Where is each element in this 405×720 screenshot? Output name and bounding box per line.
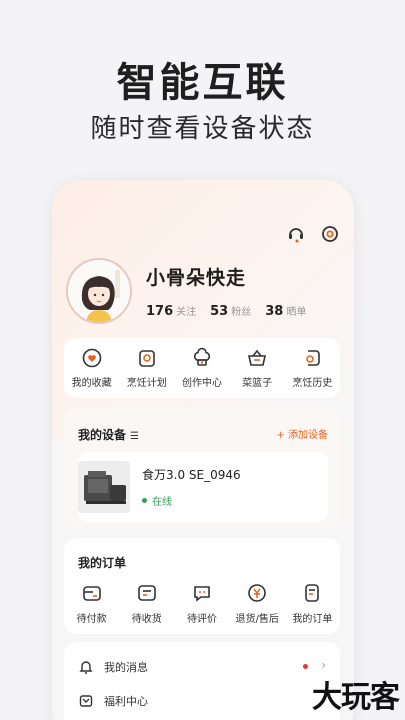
- chevron-right-icon: ›: [321, 658, 326, 672]
- profile-info: 小骨朵快走 176 关注 53 粉丝 38 晒单: [146, 263, 306, 319]
- order-label: 待付款: [76, 614, 107, 625]
- order-label: 待收货: [131, 614, 162, 625]
- devices-card: 我的设备 ☰ + 添加设备 食万3.0 SE_0946 在线: [64, 408, 340, 530]
- stat-number: 53: [210, 304, 229, 319]
- quick-item-basket[interactable]: 菜篮子: [231, 347, 283, 389]
- stat-posts[interactable]: 38 晒单: [265, 300, 306, 319]
- promo-subtitle: 随时查看设备状态: [90, 114, 315, 144]
- stat-label: 粉丝: [231, 307, 252, 318]
- promo-title: 智能互联: [116, 60, 289, 106]
- order-item-all-orders[interactable]: 我的订单: [287, 582, 337, 625]
- stat-following[interactable]: 176 关注: [146, 300, 196, 319]
- device-info: 食万3.0 SE_0946 在线: [142, 466, 241, 508]
- menu-label: 我的消息: [104, 661, 148, 674]
- devices-title: 我的设备 ☰: [78, 426, 139, 443]
- stat-number: 38: [265, 304, 284, 319]
- phone-mockup: 小骨朵快走 176 关注 53 粉丝 38 晒单 我的收藏 烹饪计划 创作中心 …: [52, 180, 354, 720]
- orders-card: 我的订单 待付款 待收货 待评价 退货/售后 我的订单: [64, 538, 340, 634]
- basket-icon: [248, 349, 267, 366]
- chef-hat-icon: [193, 347, 210, 366]
- orders-title: 我的订单: [78, 556, 127, 570]
- unread-dot: [303, 664, 308, 669]
- device-item[interactable]: 食万3.0 SE_0946 在线: [78, 452, 328, 522]
- bell-icon: [79, 661, 93, 674]
- order-item-pending-payment[interactable]: 待付款: [67, 582, 117, 625]
- quick-item-creator[interactable]: 创作中心: [176, 347, 228, 389]
- package-icon: [137, 585, 156, 601]
- cooking-machine-image: [78, 461, 130, 513]
- device-status: 在线: [142, 493, 241, 508]
- quick-item-favorites[interactable]: 我的收藏: [66, 347, 118, 389]
- device-status-text: 在线: [152, 497, 172, 508]
- add-device-button[interactable]: + 添加设备: [276, 426, 328, 441]
- stat-label: 晒单: [286, 307, 307, 318]
- quick-item-history[interactable]: 烹饪历史: [286, 347, 338, 389]
- quick-label: 我的收藏: [71, 378, 112, 389]
- order-label: 退货/售后: [235, 614, 279, 625]
- order-label: 我的订单: [292, 614, 333, 625]
- online-dot: [142, 498, 147, 503]
- settings-icon[interactable]: [320, 224, 340, 244]
- order-label: 待评价: [186, 614, 217, 625]
- profile-section: 小骨朵快走 176 关注 53 粉丝 38 晒单: [66, 258, 306, 324]
- quick-label: 创作中心: [181, 378, 222, 389]
- username[interactable]: 小骨朵快走: [146, 263, 306, 290]
- devices-title-text: 我的设备: [78, 428, 127, 442]
- order-status-row: 待付款 待收货 待评价 退货/售后 我的订单: [64, 582, 340, 625]
- watermark-logo: 大玩客: [312, 680, 400, 715]
- menu-item-benefits[interactable]: 福利中心: [78, 688, 326, 714]
- comment-icon: [194, 586, 210, 602]
- menu-item-messages[interactable]: 我的消息 ›: [78, 654, 326, 680]
- yen-refund-icon: [248, 584, 266, 602]
- heart-badge-icon: [82, 348, 101, 368]
- quick-label: 烹饪历史: [292, 378, 333, 389]
- quick-item-plan[interactable]: 烹饪计划: [121, 347, 173, 389]
- top-icons: [286, 224, 340, 244]
- avatar[interactable]: [66, 258, 132, 324]
- profile-stats: 176 关注 53 粉丝 38 晒单: [146, 300, 306, 319]
- avatar-illustration: [68, 260, 130, 322]
- device-name: 食万3.0 SE_0946: [142, 468, 241, 482]
- headset-icon[interactable]: [286, 224, 306, 244]
- quick-label: 菜篮子: [242, 378, 273, 389]
- plan-icon: [138, 350, 155, 367]
- stat-label: 关注: [176, 307, 197, 318]
- order-item-pending-review[interactable]: 待评价: [177, 582, 227, 625]
- wallet-icon: [82, 586, 101, 601]
- menu-list-card: 我的消息 › 福利中心: [64, 642, 340, 720]
- quick-label: 烹饪计划: [126, 378, 167, 389]
- gift-icon: [79, 695, 93, 707]
- order-item-refund[interactable]: 退货/售后: [232, 582, 282, 625]
- stat-followers[interactable]: 53 粉丝: [210, 300, 251, 319]
- quick-actions-card: 我的收藏 烹饪计划 创作中心 菜篮子 烹饪历史: [64, 338, 340, 398]
- menu-label: 福利中心: [104, 695, 148, 708]
- menu-icon[interactable]: ☰: [130, 431, 139, 442]
- stat-number: 176: [146, 304, 174, 319]
- history-icon: [306, 350, 321, 366]
- order-list-icon: [305, 584, 320, 602]
- order-item-pending-receipt[interactable]: 待收货: [122, 582, 172, 625]
